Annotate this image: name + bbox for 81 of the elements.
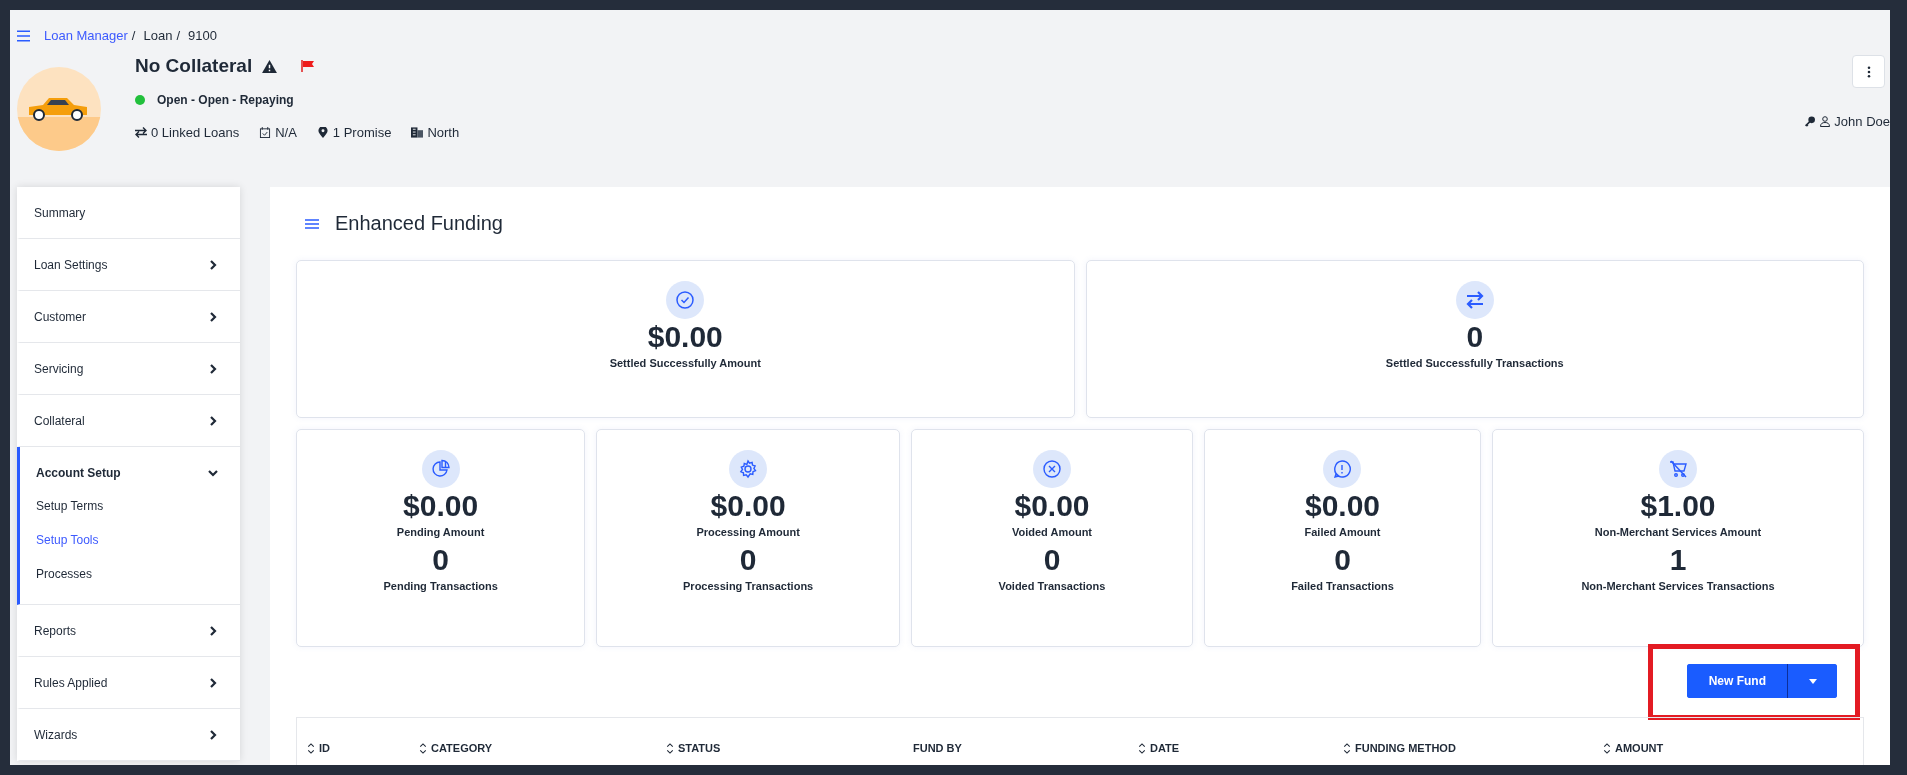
building-icon [411, 127, 424, 138]
stat-label: Processing Transactions [683, 579, 814, 594]
summary-label: Settled Successfully Amount [609, 356, 761, 371]
summary-value: $0.00 [647, 319, 723, 355]
breadcrumb-item: 9100 [188, 28, 217, 43]
loan-meta: 1 Promise [332, 125, 392, 140]
sort-icon [307, 742, 315, 754]
sidebar-item[interactable]: Collateral [20, 395, 240, 446]
stat-count: 0 [1043, 542, 1061, 578]
stat-label: Pending Amount [396, 525, 485, 540]
stat-label: Non-Merchant Services Amount [1594, 525, 1762, 540]
breadcrumb-separator: / [131, 28, 136, 43]
pie-chart-icon [421, 450, 460, 488]
loan-meta: 0 Linked Loans [151, 125, 240, 140]
sort-icon [1343, 742, 1351, 754]
sidebar-item[interactable]: Rules Applied [20, 657, 240, 708]
menu-icon[interactable] [17, 29, 30, 42]
stat-count: 1 [1669, 542, 1687, 578]
sidebar-item[interactable]: Wizards [20, 709, 240, 760]
stat-amount: $0.00 [1014, 488, 1090, 524]
sort-icon [1138, 742, 1146, 754]
loan-status: Open - Open - Repaying [157, 93, 294, 107]
calendar-icon [259, 127, 272, 138]
summary-value: 0 [1466, 319, 1484, 355]
map-pin-icon [316, 127, 329, 138]
user-icon [1819, 116, 1832, 127]
stat-count: 0 [1334, 542, 1351, 578]
user-name: John Doe [1834, 114, 1890, 129]
sortable-column-header[interactable]: CATEGORY [419, 742, 666, 754]
sidebar-item[interactable]: Reports [20, 605, 240, 656]
sortable-column-header[interactable]: ID [307, 742, 419, 754]
sidebar-item[interactable]: Summary [20, 187, 240, 238]
sidebar-subitem[interactable]: Setup Tools [36, 532, 240, 566]
column-header: FUND BY [913, 742, 963, 754]
stat-amount: $1.00 [1640, 488, 1716, 524]
sidebar-item[interactable]: Account Setup [20, 447, 240, 498]
stat-label: Processing Amount [696, 525, 800, 540]
loan-meta: North [427, 125, 460, 140]
sortable-column-header[interactable]: AMOUNT [1603, 742, 1664, 754]
stat-amount: $0.00 [710, 488, 786, 524]
breadcrumb-link[interactable]: Loan Manager [44, 28, 128, 43]
breadcrumb-item: Loan [143, 28, 173, 43]
stat-amount: $0.00 [1304, 488, 1381, 524]
stat-label: Voided Amount [1012, 525, 1093, 540]
sidebar-subitem[interactable]: Processes [36, 566, 240, 600]
sort-icon [666, 742, 674, 754]
stat-label: Voided Transactions [998, 579, 1106, 594]
check-circle-icon [666, 281, 705, 319]
sidebar-item[interactable]: Loan Settings [20, 239, 240, 290]
arrows-icon [135, 127, 147, 138]
cart-icon [1659, 450, 1697, 488]
sidebar-item[interactable]: Servicing [20, 343, 240, 394]
new-fund-button[interactable]: New Fund [1686, 664, 1788, 698]
key-icon [1804, 116, 1817, 127]
stat-label: Failed Amount [1304, 525, 1381, 540]
sortable-column-header[interactable]: DATE [1138, 742, 1343, 754]
stat-label: Failed Transactions [1291, 579, 1394, 594]
kebab-menu-icon [1866, 65, 1871, 78]
more-options-button[interactable] [1852, 55, 1885, 88]
stat-amount: $0.00 [403, 488, 479, 524]
list-icon [305, 218, 319, 229]
sortable-column-header[interactable]: STATUS [666, 742, 913, 754]
summary-label: Settled Successfully Transactions [1385, 356, 1564, 371]
loan-meta: N/A [275, 125, 297, 140]
stat-count: 0 [739, 542, 757, 578]
sort-icon [419, 742, 427, 754]
breadcrumb-separator: / [176, 28, 180, 43]
stat-label: Pending Transactions [383, 579, 498, 594]
alert-icon [1323, 450, 1362, 488]
stat-label: Non-Merchant Services Transactions [1581, 579, 1775, 594]
sidebar-item[interactable]: Customer [20, 291, 240, 342]
stat-count: 0 [432, 542, 449, 578]
gear-icon [729, 450, 768, 488]
sort-icon [1603, 742, 1611, 754]
sidebar-subitem[interactable]: Setup Terms [36, 498, 240, 532]
caret-icon [1808, 678, 1817, 684]
swap-arrows-icon [1455, 281, 1494, 319]
loan-title: No Collateral [135, 55, 253, 77]
page-title: Enhanced Funding [335, 212, 503, 235]
x-circle-icon [1033, 450, 1071, 488]
sortable-column-header[interactable]: FUNDING METHOD [1343, 742, 1603, 754]
